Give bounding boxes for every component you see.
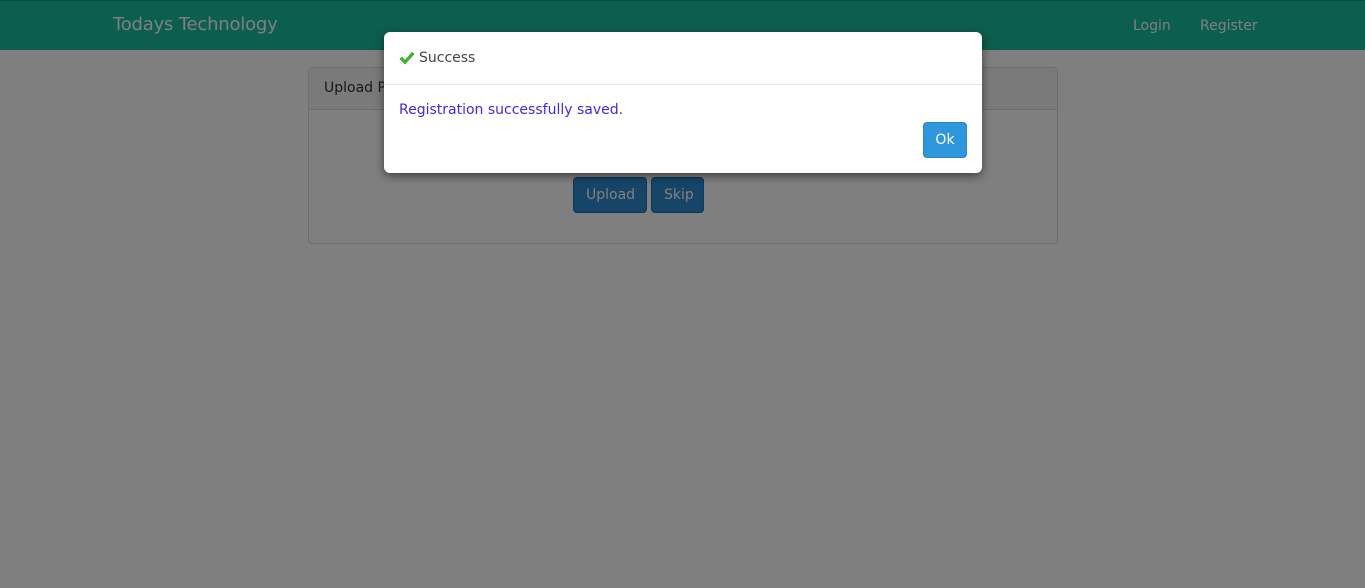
success-modal: Success Registration successfully saved.… (384, 32, 982, 173)
check-icon (399, 50, 415, 66)
modal-message: Registration successfully saved. (399, 102, 624, 118)
modal-title: Success (419, 50, 476, 66)
ok-button[interactable]: Ok (923, 122, 967, 158)
modal-header: Success (384, 32, 982, 85)
